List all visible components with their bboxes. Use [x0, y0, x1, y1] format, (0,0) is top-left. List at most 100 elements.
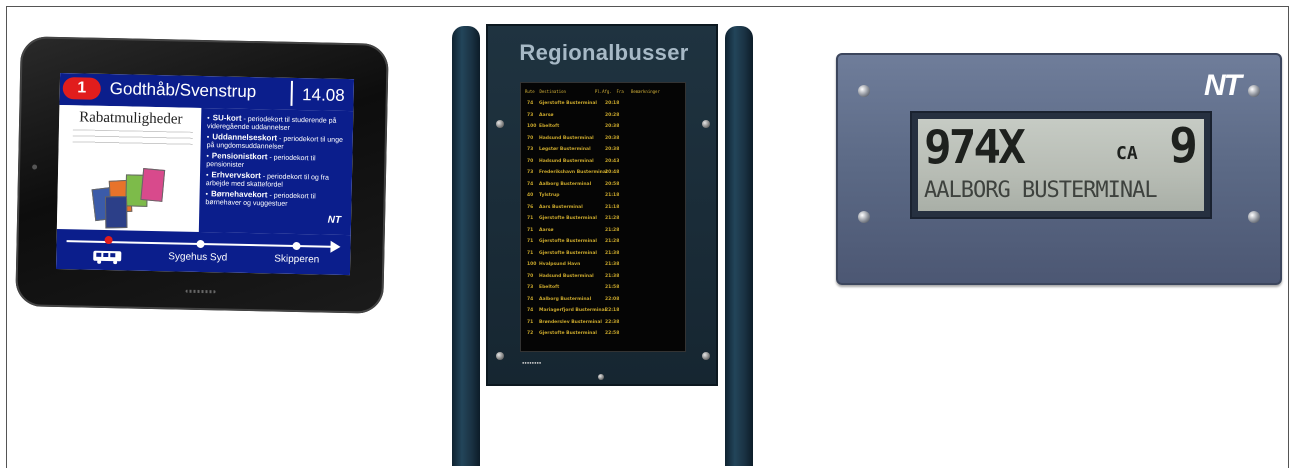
- departure-route: 72: [527, 331, 534, 336]
- departure-destination: Aalborg Busterminal: [539, 181, 592, 187]
- departure-route: 76: [527, 204, 534, 210]
- lcd-screen: 974X CA 9 AALBORG BUSTERMINAL: [918, 119, 1204, 211]
- manufacturer-logo: ●●●●●●●●: [522, 360, 542, 365]
- departure-row: 71 Gjerstofte Busterminal 21:28: [525, 239, 683, 246]
- departure-destination: Frederikshavn Busterminal: [539, 170, 608, 175]
- camera-icon: [32, 164, 38, 170]
- departure-time: 21:28: [605, 239, 620, 244]
- ad-subtitle-lines: [72, 129, 193, 148]
- departure-destination: Aalborg Busterminal: [539, 296, 592, 302]
- tablet-display: 1 Godthåb/Svenstrup 14.08 Rabatmulighede…: [15, 36, 389, 314]
- departure-route: 73: [527, 112, 534, 118]
- departure-row: 73 Frederikshavn Busterminal 20:48: [525, 170, 683, 177]
- stop-label: Skipperen: [274, 253, 320, 266]
- left-post: [452, 26, 480, 466]
- screw-icon: [702, 120, 710, 128]
- departure-route: 74: [527, 101, 534, 106]
- departure-route: 73: [527, 285, 534, 290]
- bullet-item: SU-kort - periodekort til studerende på …: [207, 113, 347, 134]
- route-name: Godthåb/Svenstrup: [109, 79, 257, 102]
- departure-route: 100: [527, 124, 537, 129]
- departure-destination: Ebeltoft: [539, 124, 560, 129]
- departure-destination: Hvalpsund Havn: [539, 262, 581, 267]
- screw-icon: [496, 120, 504, 128]
- lcd-minutes: 9: [1169, 118, 1198, 174]
- screw-icon: [1248, 85, 1260, 97]
- departure-row: 70 Hadsund Busterminal 20:38: [525, 136, 683, 143]
- departure-row: 71 Aarsø 21:28: [525, 228, 683, 235]
- departure-row: 73 Ebeltoft 21:58: [525, 285, 683, 292]
- lcd-bezel: 974X CA 9 AALBORG BUSTERMINAL: [910, 111, 1212, 219]
- screw-icon: [496, 352, 504, 360]
- departure-route: 71: [527, 239, 534, 244]
- departure-route: 70: [527, 273, 534, 279]
- departure-time: 20:38: [605, 124, 620, 129]
- departure-route: 71: [527, 250, 534, 256]
- bullet-item: Børnehavekort - periodekort til børnehav…: [205, 189, 345, 210]
- departure-row: 73 Aarsø 20:28: [525, 113, 683, 120]
- stop-marker: [196, 239, 205, 249]
- board-title: Regionalbusser: [519, 40, 689, 65]
- departure-row: 76 Aars Busterminal 21:18: [525, 205, 683, 212]
- ad-panel: Rabatmuligheder: [56, 104, 202, 232]
- departure-time: 20:58: [605, 181, 620, 187]
- departure-route: 70: [527, 158, 534, 164]
- departure-screen: Rute Destination Pl.Afg. Fra Bemærkninge…: [520, 82, 686, 352]
- stop-label: Sygehus Syd: [168, 251, 228, 264]
- departure-row: 70 Hadsund Busterminal 21:38: [525, 274, 683, 281]
- departure-destination: Hadsund Busterminal: [539, 135, 594, 141]
- departure-time: 22:38: [605, 319, 620, 325]
- departure-row: 100 Hvalpsund Havn 21:38: [525, 262, 683, 269]
- departure-time: 20:38: [605, 147, 620, 152]
- departure-time: 20:38: [605, 135, 620, 141]
- departure-time: 22:08: [605, 296, 620, 302]
- route-progress: Sygehus Syd Skipperen: [56, 228, 351, 276]
- lcd-route: 974X: [924, 120, 1026, 174]
- bullet-item: Uddannelseskort - periodekort til unge p…: [207, 132, 347, 153]
- departure-destination: Tylstrup: [539, 193, 560, 198]
- departure-row: 71 Gjerstofte Busterminal 21:28: [525, 216, 683, 223]
- screw-icon: [1248, 211, 1260, 223]
- speaker-grille: [185, 289, 216, 294]
- nt-lcd-display: NT 974X CA 9 AALBORG BUSTERMINAL: [836, 53, 1282, 285]
- lcd-approx: CA: [1116, 143, 1138, 164]
- departure-time: 20:48: [605, 170, 620, 175]
- departure-route: 71: [527, 216, 534, 221]
- departure-time: 21:28: [605, 216, 620, 221]
- current-time: 14.08: [301, 85, 345, 105]
- departure-route: 74: [527, 308, 534, 313]
- departure-route: 74: [527, 296, 534, 302]
- departure-time: 21:18: [605, 193, 620, 198]
- departure-time: 20:18: [605, 101, 620, 106]
- departure-time: 22:58: [605, 331, 620, 336]
- departure-route: 70: [527, 135, 534, 141]
- departure-destination: Aarsø: [539, 227, 554, 233]
- departure-header: Rute Destination Pl.Afg. Fra Bemærkninge…: [525, 89, 660, 94]
- departure-route: 74: [527, 181, 534, 187]
- departure-destination: Hadsund Busterminal: [539, 158, 594, 164]
- bullet-item: Erhvervskort - periodekort til og fra ar…: [206, 170, 346, 191]
- departure-route: 71: [527, 319, 534, 325]
- departure-row: 71 Gjerstofte Busterminal 21:38: [525, 251, 683, 258]
- stop-marker: [292, 241, 301, 251]
- departure-time: 20:28: [605, 112, 620, 118]
- regional-board: Regionalbusser Rute Destination Pl.Afg. …: [486, 24, 718, 386]
- departure-route: 100: [527, 262, 537, 267]
- departure-destination: Aarsø: [539, 112, 554, 118]
- departure-destination: Løgstør Busterminal: [539, 147, 591, 152]
- nt-logo: NT: [1204, 69, 1242, 102]
- departure-route: 71: [527, 227, 534, 233]
- right-post: [725, 26, 753, 466]
- time-box: 14.08: [290, 80, 351, 108]
- departure-destination: Gjerstofte Busterminal: [539, 250, 597, 256]
- lcd-destination: AALBORG BUSTERMINAL: [924, 178, 1158, 203]
- ad-bullets: SU-kort - periodekort til studerende på …: [198, 107, 354, 236]
- departure-row: 73 Løgstør Busterminal 20:38: [525, 147, 683, 154]
- departure-time: 22:18: [605, 308, 620, 313]
- departure-row: 72 Gjerstofte Busterminal 22:58: [525, 331, 683, 338]
- departure-row: 74 Aalborg Busterminal 22:08: [525, 297, 683, 304]
- departure-time: 21:38: [605, 273, 620, 279]
- departure-row: 74 Aalborg Busterminal 20:58: [525, 182, 683, 189]
- departure-row: 74 Gjerstofte Busterminal 20:18: [525, 101, 683, 108]
- departure-destination: Mariagerfjord Busterminal: [539, 308, 607, 313]
